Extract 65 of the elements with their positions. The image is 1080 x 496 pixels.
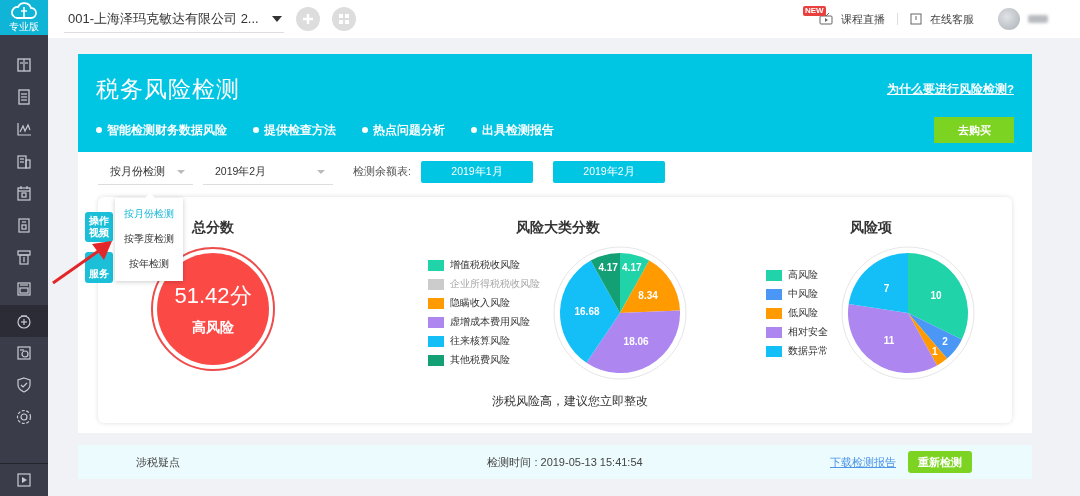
grid-icon [339,14,349,24]
slice-value: 1 [931,345,938,357]
legend-item[interactable]: 低风险 [766,306,828,320]
slice-value: 7 [883,282,890,294]
score-value: 51.42分 [174,282,252,310]
legend-item[interactable]: 虚增成本费用风险 [428,316,540,329]
legend-item[interactable]: 其他税费风险 [428,354,540,367]
tax-doubt-label: 涉税疑点 [136,454,180,470]
document-icon [15,56,33,74]
menu-item[interactable]: 按季度检测 [124,227,174,252]
video-icon [15,471,33,489]
blurred-name [1028,15,1048,23]
legend-item[interactable]: 隐瞒收入风险 [428,297,540,310]
sidebar-item[interactable] [0,305,48,337]
caret-icon [177,169,185,174]
chart-title: 总分数 [192,219,234,237]
caret-icon [272,15,282,22]
slice-value: 16.68 [574,306,600,318]
risk-level: 高风险 [192,319,234,337]
legend-item[interactable]: 往来核算风险 [428,335,540,348]
slice-value: 4.17 [622,262,642,274]
slice-value: 2 [942,336,948,348]
plus-icon [302,13,314,25]
slice-value: 18.06 [623,336,649,348]
chart-title: 风险项 [850,219,892,237]
mode-select[interactable]: 按月份检测 [98,159,193,185]
chart-icon [15,120,33,138]
feature-item: 热点问题分析 [362,122,445,138]
online-service-link[interactable]: 在线客服 [930,11,974,27]
legend-item[interactable]: 数据异常 [766,344,828,358]
company-select[interactable]: 001-上海泽玛克敏达有限公司 2... [64,5,284,33]
legend-item[interactable]: 高风险 [766,268,828,282]
slice-value: 8.34 [638,290,658,302]
chart-title: 风险大类分数 [516,219,600,237]
legend-item[interactable]: 增值税税收风险 [428,259,540,272]
menu-item[interactable]: 按年检测 [129,252,169,277]
feature-item: 提供检查方法 [253,122,336,138]
feature-item: 出具检测报告 [471,122,554,138]
slice-value: 11 [883,334,895,346]
page-title: 税务风险检测 [96,75,240,104]
legend-swatch [428,279,444,290]
document-icon [15,216,33,234]
month-select[interactable]: 2019年2月 [203,159,333,185]
slice-value: 10 [930,290,942,301]
building-icon [15,152,33,170]
feature-item: 智能检测财务数据风险 [96,122,227,138]
printer-icon [15,248,33,266]
cloud-icon [11,1,37,20]
list-icon [15,88,33,106]
new-badge: NEW [803,6,826,16]
caret-icon [317,169,325,174]
live-course-link[interactable]: 课程直播 [841,11,885,27]
calendar-icon [15,184,33,202]
slice-value: 4.17 [598,262,618,274]
legend-item[interactable]: 中风险 [766,287,828,301]
check-time: 检测时间 : 2019-05-13 15:41:54 [486,454,643,470]
tv-icon [819,13,833,25]
edition-label: 专业版 [9,19,39,34]
legend-item[interactable]: 相对安全 [766,325,828,339]
shield-icon [15,376,33,394]
advice-text: 涉税风险高，建议您立即整改 [491,394,649,409]
document-icon [15,344,33,362]
balance-label: 检测余额表: [353,165,411,179]
book-icon [910,13,922,25]
gear-icon [15,408,33,426]
